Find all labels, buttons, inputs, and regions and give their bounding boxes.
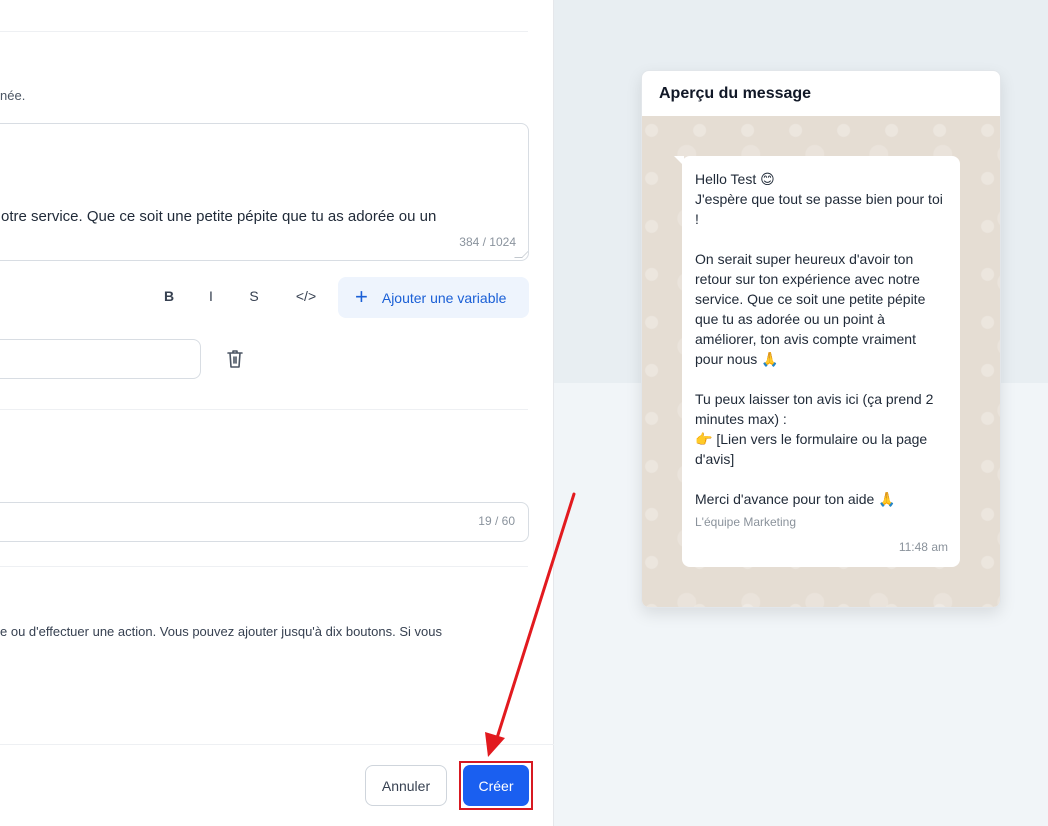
preview-title: Aperçu du message [659, 84, 812, 102]
buttons-help-text: e ou d'effectuer une action. Vous pouvez… [0, 624, 442, 639]
code-button[interactable]: </> [294, 288, 318, 304]
plus-icon: + [355, 283, 368, 309]
section-divider [0, 31, 528, 32]
add-variable-button[interactable]: + Ajouter une variable [338, 277, 529, 318]
chat-background: Hello Test 😊 J'espère que tout se passe … [642, 116, 1000, 607]
resize-handle[interactable] [514, 250, 528, 258]
create-button-highlight [459, 761, 533, 810]
footer-divider [0, 744, 554, 745]
cancel-button[interactable]: Annuler [365, 765, 447, 806]
message-bubble: Hello Test 😊 J'espère que tout se passe … [674, 156, 960, 567]
message-timestamp: 11:48 am [898, 540, 948, 554]
add-variable-label: Ajouter une variable [381, 289, 507, 306]
trash-icon[interactable] [224, 347, 246, 371]
message-text: Hello Test 😊 J'espère que tout se passe … [695, 171, 943, 507]
bold-button[interactable]: B [157, 288, 181, 304]
template-editor-panel: née. otre service. Que ce soit une petit… [0, 0, 554, 826]
message-body-text: otre service. Que ce soit une petite pép… [1, 208, 437, 225]
message-preview-card: Aperçu du message Hello Test 😊 J'espère … [641, 70, 1001, 608]
message-signature: L'équipe Marketing [695, 515, 797, 529]
footer-input[interactable]: 19 / 60 [0, 502, 529, 542]
section-divider [0, 409, 528, 410]
body-helper-text: née. [0, 88, 26, 103]
body-char-counter: 384 / 1024 [459, 235, 516, 249]
strikethrough-button[interactable]: S [242, 288, 266, 304]
message-body-textarea[interactable]: otre service. Que ce soit une petite pép… [0, 123, 529, 261]
italic-button[interactable]: I [199, 288, 223, 304]
variable-input[interactable] [0, 339, 201, 379]
bubble-tail [674, 156, 684, 166]
section-divider [0, 566, 528, 567]
footer-char-counter: 19 / 60 [478, 514, 515, 528]
